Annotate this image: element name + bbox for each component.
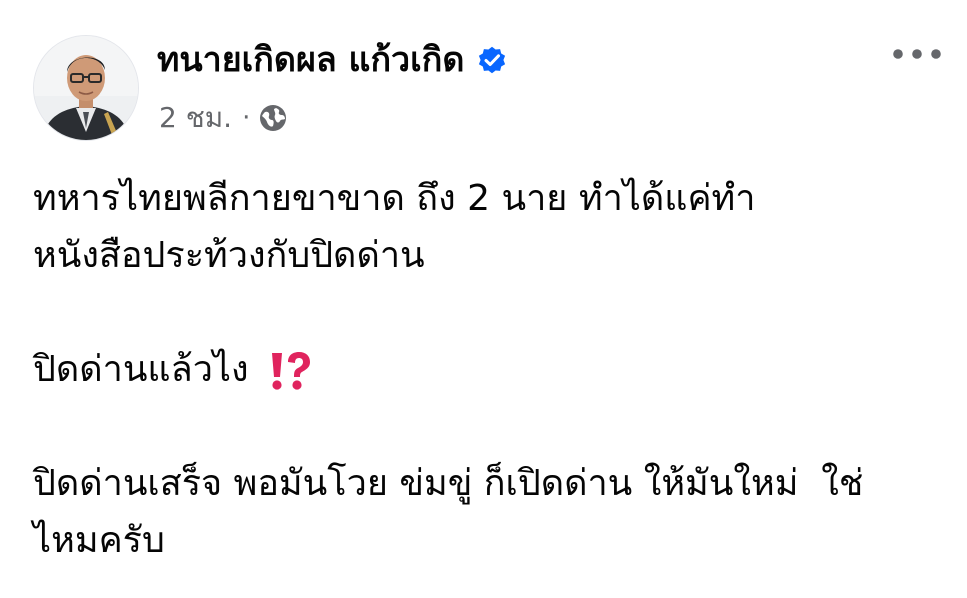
meta-separator: · <box>242 103 251 133</box>
post-paragraph: ปิดด่านเสร็จ พอมันโวย ข่มขู่ ก็เปิดด่าน … <box>33 455 953 569</box>
author-row: ทนายเกิดผล แก้วเกิด <box>157 36 508 84</box>
author-name[interactable]: ทนายเกิดผล แก้วเกิด <box>157 36 464 84</box>
post-body: ทหารไทยพลีกายขาขาด ถึง 2 นาย ทำได้แค่ทำ … <box>33 170 953 569</box>
more-options-icon <box>893 49 941 59</box>
facebook-post: ทนายเกิดผล แก้วเกิด 2 ชม. · ทหารไทยพลีกา… <box>0 0 967 598</box>
profile-photo <box>34 36 138 140</box>
post-paragraph: ทหารไทยพลีกายขาขาด ถึง 2 นาย ทำได้แค่ทำ … <box>33 170 953 284</box>
globe-icon[interactable] <box>258 103 288 133</box>
post-line: ปิดด่านแล้วไง <box>33 349 249 390</box>
post-line: ปิดด่านเสร็จ พอมันโวย ข่มขู่ ก็เปิดด่าน … <box>33 463 864 504</box>
post-line: หนังสือประท้วงกับปิดด่าน <box>33 235 425 276</box>
post-meta: 2 ชม. · <box>159 98 288 138</box>
post-timestamp[interactable]: 2 ชม. <box>159 98 232 138</box>
post-line: ไหมครับ <box>33 520 165 561</box>
verified-badge-icon <box>476 44 508 76</box>
more-options-button[interactable] <box>888 36 946 72</box>
post-paragraph: ปิดด่านแล้วไง <box>33 341 953 398</box>
post-line: ทหารไทยพลีกายขาขาด ถึง 2 นาย ทำได้แค่ทำ <box>33 178 756 219</box>
exclamation-question-mark-icon <box>266 349 312 393</box>
author-avatar[interactable] <box>33 35 139 141</box>
